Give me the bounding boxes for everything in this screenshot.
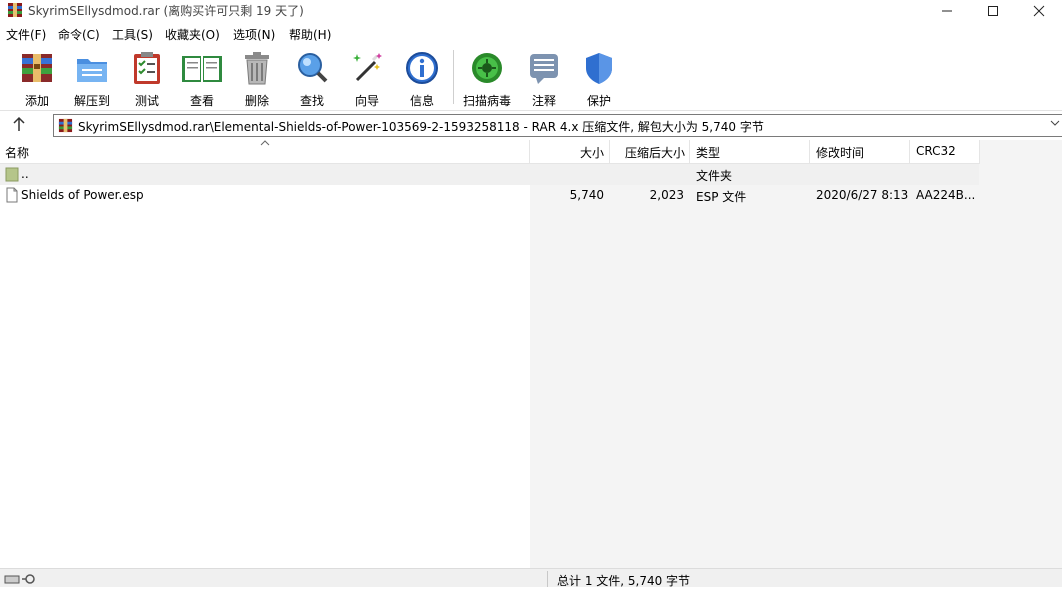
test-clipboard-icon bbox=[134, 52, 160, 84]
find-button[interactable]: 查找 bbox=[285, 48, 339, 108]
disk-key-icon[interactable] bbox=[4, 573, 40, 585]
column-header-crc[interactable]: CRC32 bbox=[910, 140, 980, 164]
wizard-label: 向导 bbox=[354, 94, 379, 108]
add-button[interactable]: 添加 bbox=[10, 48, 64, 108]
info-button[interactable]: 信息 bbox=[395, 48, 449, 108]
arrow-up-icon bbox=[13, 116, 25, 131]
column-header-name[interactable]: 名称 bbox=[0, 140, 530, 164]
maximize-icon bbox=[988, 6, 998, 16]
add-label: 添加 bbox=[24, 94, 49, 108]
menu-bar: 文件(F) 命令(C) 工具(S) 收藏夹(O) 选项(N) 帮助(H) bbox=[0, 24, 1062, 44]
virus-scan-icon bbox=[472, 53, 502, 83]
protect-button[interactable]: 保护 bbox=[572, 48, 626, 108]
menu-help[interactable]: 帮助(H) bbox=[289, 26, 331, 43]
scan-virus-button[interactable]: 扫描病毒 bbox=[460, 48, 514, 108]
minimize-button[interactable] bbox=[924, 0, 970, 22]
comment-icon bbox=[530, 54, 558, 84]
column-header-size[interactable]: 大小 bbox=[530, 140, 610, 164]
row-packed: 2,023 bbox=[649, 188, 684, 202]
column-crc-label: CRC32 bbox=[916, 144, 956, 158]
row-name: Shields of Power.esp bbox=[21, 188, 144, 202]
row-type: 文件夹 bbox=[696, 169, 733, 183]
view-book-icon bbox=[182, 56, 222, 82]
archive-icon bbox=[58, 118, 73, 133]
toolbar-separator bbox=[453, 50, 454, 104]
protect-label: 保护 bbox=[586, 94, 611, 108]
wizard-button[interactable]: 向导 bbox=[340, 48, 394, 108]
column-header-modified[interactable]: 修改时间 bbox=[810, 140, 910, 164]
extract-label: 解压到 bbox=[73, 94, 110, 108]
table-row-parent[interactable]: .. 文件夹 bbox=[0, 164, 979, 185]
table-row-file[interactable]: Shields of Power.esp 5,740 2,023 ESP 文件 … bbox=[0, 185, 979, 206]
comment-label: 注释 bbox=[531, 94, 556, 108]
find-label: 查找 bbox=[299, 94, 324, 108]
view-button[interactable]: 查看 bbox=[175, 48, 229, 108]
menu-file[interactable]: 文件(F) bbox=[6, 26, 46, 43]
up-folder-button[interactable] bbox=[12, 116, 32, 134]
row-name: .. bbox=[21, 167, 29, 181]
wizard-wand-icon bbox=[353, 53, 382, 82]
file-icon bbox=[6, 187, 18, 203]
shield-icon bbox=[586, 53, 612, 84]
column-type-label: 类型 bbox=[696, 146, 721, 160]
scan-label: 扫描病毒 bbox=[462, 94, 511, 108]
test-button[interactable]: 测试 bbox=[120, 48, 174, 108]
column-header-packed[interactable]: 压缩后大小 bbox=[610, 140, 690, 164]
delete-button[interactable]: 删除 bbox=[230, 48, 284, 108]
comment-button[interactable]: 注释 bbox=[517, 48, 571, 108]
sort-ascending-icon bbox=[260, 140, 270, 146]
winrar-app-icon bbox=[8, 3, 22, 17]
column-modified-label: 修改时间 bbox=[816, 146, 865, 160]
delete-trash-icon bbox=[245, 52, 269, 85]
status-separator bbox=[547, 571, 548, 587]
column-packed-label: 压缩后大小 bbox=[624, 146, 685, 160]
address-field[interactable]: SkyrimSEllysdmod.rar\Elemental-Shields-o… bbox=[53, 114, 1062, 137]
menu-tools[interactable]: 工具(S) bbox=[112, 26, 153, 43]
find-magnifier-icon bbox=[298, 53, 328, 83]
window-title: SkyrimSEllysdmod.rar (离购买许可只剩 19 天了) bbox=[28, 4, 304, 18]
file-list: 名称 大小 压缩后大小 类型 修改时间 CRC32 .. 文件夹 Shields… bbox=[0, 140, 1062, 568]
test-label: 测试 bbox=[134, 94, 159, 108]
row-crc: AA224B... bbox=[916, 188, 976, 202]
close-button[interactable] bbox=[1016, 0, 1062, 22]
address-path: SkyrimSEllysdmod.rar\Elemental-Shields-o… bbox=[78, 120, 764, 134]
status-summary: 总计 1 文件, 5,740 字节 bbox=[557, 574, 691, 588]
info-label: 信息 bbox=[409, 94, 434, 108]
maximize-button[interactable] bbox=[970, 0, 1016, 22]
row-modified: 2020/6/27 8:13 bbox=[816, 188, 909, 202]
row-type: ESP 文件 bbox=[696, 190, 747, 204]
menu-commands[interactable]: 命令(C) bbox=[58, 26, 100, 43]
toolbar: 添加 解压到 测试 查看 删除 查找 向导 信息 扫描病毒 注释 保护 bbox=[0, 44, 1062, 111]
column-size-label: 大小 bbox=[579, 146, 604, 160]
chevron-down-icon[interactable] bbox=[1050, 118, 1060, 131]
row-size: 5,740 bbox=[569, 188, 604, 202]
title-bar: SkyrimSEllysdmod.rar (离购买许可只剩 19 天了) bbox=[0, 0, 1062, 22]
address-bar: SkyrimSEllysdmod.rar\Elemental-Shields-o… bbox=[0, 112, 1062, 139]
column-header-type[interactable]: 类型 bbox=[690, 140, 810, 164]
folder-icon bbox=[5, 167, 19, 182]
menu-options[interactable]: 选项(N) bbox=[233, 26, 275, 43]
status-bar: 总计 1 文件, 5,740 字节 bbox=[0, 568, 1062, 588]
extract-folder-icon bbox=[77, 59, 107, 82]
delete-label: 删除 bbox=[244, 94, 269, 108]
menu-favorites[interactable]: 收藏夹(O) bbox=[165, 26, 220, 43]
close-icon bbox=[1033, 5, 1045, 17]
add-archive-icon bbox=[22, 54, 52, 82]
minimize-icon bbox=[942, 10, 952, 12]
view-label: 查看 bbox=[189, 94, 214, 108]
column-name-label: 名称 bbox=[5, 146, 30, 160]
extract-button[interactable]: 解压到 bbox=[65, 48, 119, 108]
info-icon bbox=[406, 52, 438, 84]
